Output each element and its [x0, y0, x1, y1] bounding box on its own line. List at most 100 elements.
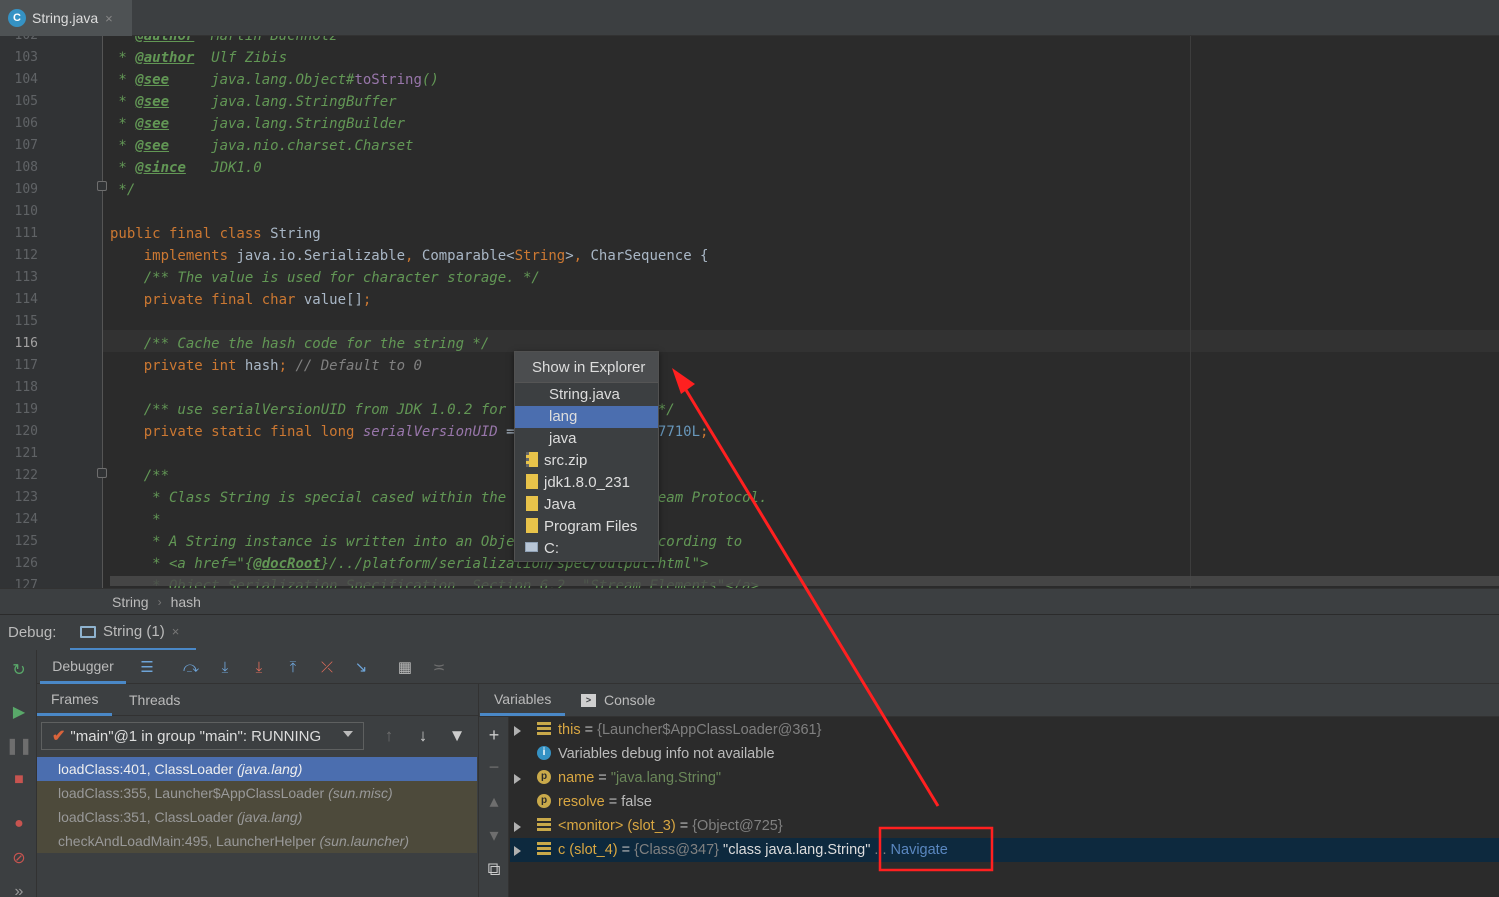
- variable-row[interactable]: <monitor> (slot_3) = {Object@725}: [510, 814, 1499, 838]
- code-token: *: [110, 72, 136, 88]
- stack-frame-row[interactable]: loadClass:401, ClassLoader (java.lang): [37, 757, 477, 781]
- expand-arrow-icon[interactable]: [514, 774, 521, 784]
- resume-program-icon[interactable]: ▶: [9, 702, 29, 722]
- line-number: 122: [14, 468, 38, 483]
- thread-running-check-icon: ✔: [52, 728, 66, 745]
- show-in-explorer-popup[interactable]: Show in Explorer String.java lang java src.…: [514, 351, 659, 562]
- arrow-down-icon[interactable]: ↓: [413, 726, 433, 746]
- popup-item[interactable]: lang: [515, 406, 658, 428]
- navigate-link[interactable]: Navigate: [891, 842, 948, 858]
- drop-frame-icon[interactable]: ⤫: [317, 657, 337, 677]
- stack-frame-row[interactable]: loadClass:355, Launcher$AppClassLoader (…: [37, 781, 477, 805]
- file-tab-label: String.java: [32, 10, 99, 26]
- code-token: *: [110, 116, 136, 132]
- expand-arrow-icon[interactable]: [514, 846, 521, 856]
- tab-variables[interactable]: Variables: [480, 684, 566, 716]
- folder-icon: [526, 517, 538, 533]
- popup-item[interactable]: jdk1.8.0_231: [515, 472, 658, 494]
- file-tab-string-java[interactable]: C String.java ×: [0, 0, 132, 36]
- horizontal-scrollbar[interactable]: [110, 576, 1499, 586]
- tab-frames[interactable]: Frames: [37, 684, 113, 716]
- step-over-icon[interactable]: ⤼: [181, 657, 201, 677]
- frames-list-empty-area: [37, 853, 477, 897]
- code-token: // Default to 0: [295, 358, 422, 374]
- code-token: value[]: [303, 292, 363, 308]
- line-number: 102: [0, 36, 38, 47]
- variable-row[interactable]: this = {Launcher$AppClassLoader@361}: [510, 718, 1499, 742]
- show-execution-point-icon[interactable]: ☰: [137, 657, 157, 677]
- popup-item[interactable]: String.java: [515, 384, 658, 406]
- line-number: 114: [14, 292, 38, 307]
- fold-marker-icon[interactable]: [97, 468, 107, 478]
- code-token: implements: [143, 248, 237, 264]
- variable-row[interactable]: c (slot_4) = {Class@347} "class java.lan…: [510, 838, 1499, 862]
- code-token: @see: [135, 72, 170, 88]
- code-token: * <a href="{: [110, 556, 254, 572]
- line-number: 109: [14, 182, 38, 197]
- variable-name: c (slot_4): [558, 842, 618, 858]
- popup-item[interactable]: java: [515, 428, 658, 450]
- force-step-into-icon[interactable]: ⤓: [249, 657, 269, 677]
- run-to-cursor-icon[interactable]: ↘: [351, 657, 371, 677]
- expand-arrow-icon[interactable]: [514, 726, 521, 736]
- step-out-icon[interactable]: ⤒: [283, 657, 303, 677]
- popup-item[interactable]: src.zip: [515, 450, 658, 472]
- code-token: String: [514, 248, 566, 264]
- debug-side-toolbar: ↻ ▶ ❚❚ ■ ● ⊘ »: [0, 650, 37, 897]
- breadcrumb-item-field[interactable]: hash: [171, 594, 201, 610]
- code-token: >: [565, 248, 574, 264]
- code-token: @author: [135, 50, 195, 66]
- tab-debugger[interactable]: Debugger: [40, 650, 126, 684]
- rerun-icon[interactable]: ↻: [9, 660, 29, 680]
- code-line: * @see java.lang.StringBuilder: [110, 113, 405, 135]
- popup-item[interactable]: C:: [515, 538, 658, 560]
- line-number: 119: [14, 402, 38, 417]
- close-tab-icon[interactable]: ×: [105, 11, 113, 26]
- popup-item[interactable]: Java: [515, 494, 658, 516]
- more-icon[interactable]: »: [9, 882, 29, 897]
- param-icon: p: [537, 770, 551, 785]
- variable-equals: =: [594, 770, 611, 786]
- stack-frame-row[interactable]: loadClass:351, ClassLoader (java.lang): [37, 805, 477, 829]
- code-token: Martin Buchholz: [194, 36, 338, 44]
- variable-name: <monitor> (slot_3): [558, 818, 676, 834]
- code-token: ,: [573, 248, 591, 264]
- tab-console[interactable]: > Console: [567, 684, 669, 716]
- remove-watch-icon[interactable]: −: [484, 757, 504, 777]
- copy-watch-icon[interactable]: ⧉: [484, 859, 504, 879]
- pause-program-icon[interactable]: ❚❚: [6, 736, 33, 756]
- tab-threads[interactable]: Threads: [115, 684, 194, 716]
- code-editor[interactable]: * @author Martin Buchholz * @author Ulf …: [0, 36, 1499, 588]
- view-breakpoints-icon[interactable]: ●: [9, 814, 29, 834]
- popup-item[interactable]: Program Files: [515, 516, 658, 538]
- variable-row[interactable]: p name = "java.lang.String": [510, 766, 1499, 790]
- variable-string-value: "java.lang.String": [610, 770, 722, 786]
- line-number: 112: [14, 248, 38, 263]
- thread-selector[interactable]: ✔ "main"@1 in group "main": RUNNING: [41, 722, 364, 750]
- move-up-icon[interactable]: ▴: [484, 791, 504, 811]
- variable-row[interactable]: p resolve = false: [510, 790, 1499, 814]
- stack-frame-package: (java.lang): [237, 761, 303, 777]
- breadcrumb-item-class[interactable]: String: [112, 594, 149, 610]
- trace-stream-icon[interactable]: ≍: [429, 657, 449, 677]
- code-token: java.lang.StringBuffer: [169, 94, 397, 110]
- mute-breakpoints-icon[interactable]: ⊘: [9, 848, 29, 868]
- arrow-up-icon[interactable]: ↑: [379, 726, 399, 746]
- move-down-icon[interactable]: ▾: [484, 825, 504, 845]
- stop-icon[interactable]: ■: [9, 770, 29, 790]
- variable-row[interactable]: i Variables debug info not available: [510, 742, 1499, 766]
- debug-session-tab[interactable]: String (1) ×: [70, 615, 196, 651]
- evaluate-expression-icon[interactable]: ▦: [395, 657, 415, 677]
- popup-item-label: Java: [544, 496, 576, 513]
- stack-frame-row[interactable]: checkAndLoadMain:495, LauncherHelper (su…: [37, 829, 477, 853]
- field-icon: [537, 722, 551, 737]
- close-session-icon[interactable]: ×: [172, 624, 180, 639]
- fold-marker-icon[interactable]: [97, 181, 107, 191]
- expand-arrow-icon[interactable]: [514, 822, 521, 832]
- code-line: /** The value is used for character stor…: [110, 267, 540, 289]
- filter-icon[interactable]: ▼: [447, 726, 467, 746]
- field-icon: [537, 842, 551, 857]
- step-into-icon[interactable]: ⤓: [215, 657, 235, 677]
- popup-item-label: src.zip: [544, 452, 588, 469]
- add-watch-icon[interactable]: +: [484, 725, 504, 745]
